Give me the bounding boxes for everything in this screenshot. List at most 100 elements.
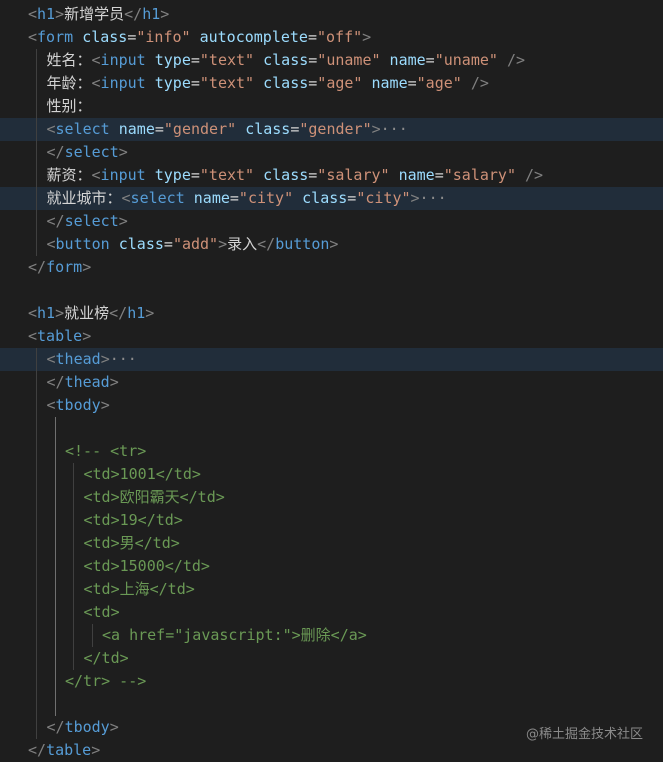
code-token: > [109,718,119,736]
code-token: class [245,120,291,138]
code-token: = [307,28,317,46]
code-text: <button class="add">录入</button> [47,233,339,256]
code-token: form [37,28,74,46]
code-text: <td>欧阳霸天</td> [84,486,225,509]
code-token: < [46,396,56,414]
code-text: <h1>新增学员</h1> [28,3,169,26]
indent-guide [36,348,37,739]
code-token: < [28,327,38,345]
code-line[interactable]: <td>欧阳霸天</td> [0,486,663,509]
code-editor[interactable]: <h1>新增学员</h1> <form class="info" autocomp… [0,0,663,762]
code-line[interactable]: <select name="gender" class="gender">··· [0,118,663,141]
code-line[interactable]: 就业城市：<select name="city" class="city">··… [0,187,663,210]
code-token: "add" [172,235,219,253]
code-token: = [190,74,200,92]
code-token: = [425,51,435,69]
code-token: h1 [37,304,56,322]
code-token: </ [257,235,276,253]
code-token: select [64,212,119,230]
code-token: < [91,74,101,92]
code-token: </ [46,143,65,161]
code-line[interactable]: <tbody> [0,394,663,417]
code-line[interactable]: </select> [0,210,663,233]
code-line[interactable]: </td> [0,647,663,670]
code-token: </ [109,304,128,322]
code-line[interactable]: <form class="info" autocomplete="off"> [0,26,663,49]
code-token: = [154,120,164,138]
code-line[interactable]: 性别： [0,95,663,118]
code-token: > [329,235,339,253]
code-text: <td>15000</td> [84,555,210,578]
code-token: 就业榜 [64,304,110,322]
code-text: <tbody> [47,394,110,417]
code-text: 姓名：<input type="text" class="uname" name… [47,49,526,72]
code-line[interactable]: <td>19</td> [0,509,663,532]
code-token: > [118,212,128,230]
code-line[interactable] [0,417,663,440]
code-token: "city" [238,189,294,207]
code-token: type [154,51,191,69]
code-token: < [91,51,101,69]
code-token: > [160,5,170,23]
code-token: name [398,166,435,184]
code-line[interactable]: 姓名：<input type="text" class="uname" name… [0,49,663,72]
code-token: "city" [356,189,411,207]
code-token: h1 [127,304,146,322]
code-token: form [46,258,83,276]
code-token: = [308,74,318,92]
fold-ellipsis[interactable]: ··· [420,189,447,207]
code-token: table [37,327,83,345]
code-line[interactable]: <!-- <tr> [0,440,663,463]
code-token: <td>男</td> [83,534,180,552]
code-text: </tr> --> [65,670,146,693]
code-token: select [64,143,119,161]
code-token: table [46,741,92,759]
code-token: "info" [136,28,191,46]
code-line[interactable]: </select> [0,141,663,164]
code-token: "gender" [299,120,372,138]
code-text: <td> [84,601,120,624]
code-line[interactable]: </form> [0,256,663,279]
code-line[interactable]: </table> [0,739,663,762]
code-token: = [434,166,444,184]
code-line[interactable]: <h1>新增学员</h1> [0,3,663,26]
code-token: = [347,189,357,207]
code-token: > [55,304,65,322]
code-line[interactable]: 年龄：<input type="text" class="age" name="… [0,72,663,95]
code-text: </td> [84,647,129,670]
code-line[interactable]: </thead> [0,371,663,394]
fold-ellipsis[interactable]: ··· [110,350,137,368]
code-token: h1 [142,5,161,23]
code-line[interactable]: <td>上海</td> [0,578,663,601]
code-line[interactable]: </tr> --> [0,670,663,693]
code-token: 姓名： [46,51,92,69]
code-text: </tbody> [47,716,119,739]
indent-guide [36,49,37,256]
code-token: class [263,51,309,69]
indent-guide [91,624,93,647]
code-line[interactable]: <a href="javascript:">删除</a> [0,624,663,647]
code-line[interactable] [0,693,663,716]
code-token: = [308,51,318,69]
fold-ellipsis[interactable]: ··· [381,120,408,138]
code-token: > [91,741,101,759]
code-token: name [371,74,408,92]
code-token: tbody [64,718,110,736]
code-text: </select> [47,141,128,164]
code-line[interactable]: <table> [0,325,663,348]
code-line[interactable]: <td>15000</td> [0,555,663,578]
code-line[interactable]: <td> [0,601,663,624]
code-line[interactable]: <td>男</td> [0,532,663,555]
code-line[interactable] [0,279,663,302]
code-line[interactable]: <button class="add">录入</button> [0,233,663,256]
code-line[interactable]: <h1>就业榜</h1> [0,302,663,325]
code-line[interactable]: <thead>··· [0,348,663,371]
code-line[interactable]: 薪资：<input type="text" class="salary" nam… [0,164,663,187]
code-token: <td> [83,603,120,621]
code-line[interactable]: <td>1001</td> [0,463,663,486]
code-token: < [28,5,38,23]
